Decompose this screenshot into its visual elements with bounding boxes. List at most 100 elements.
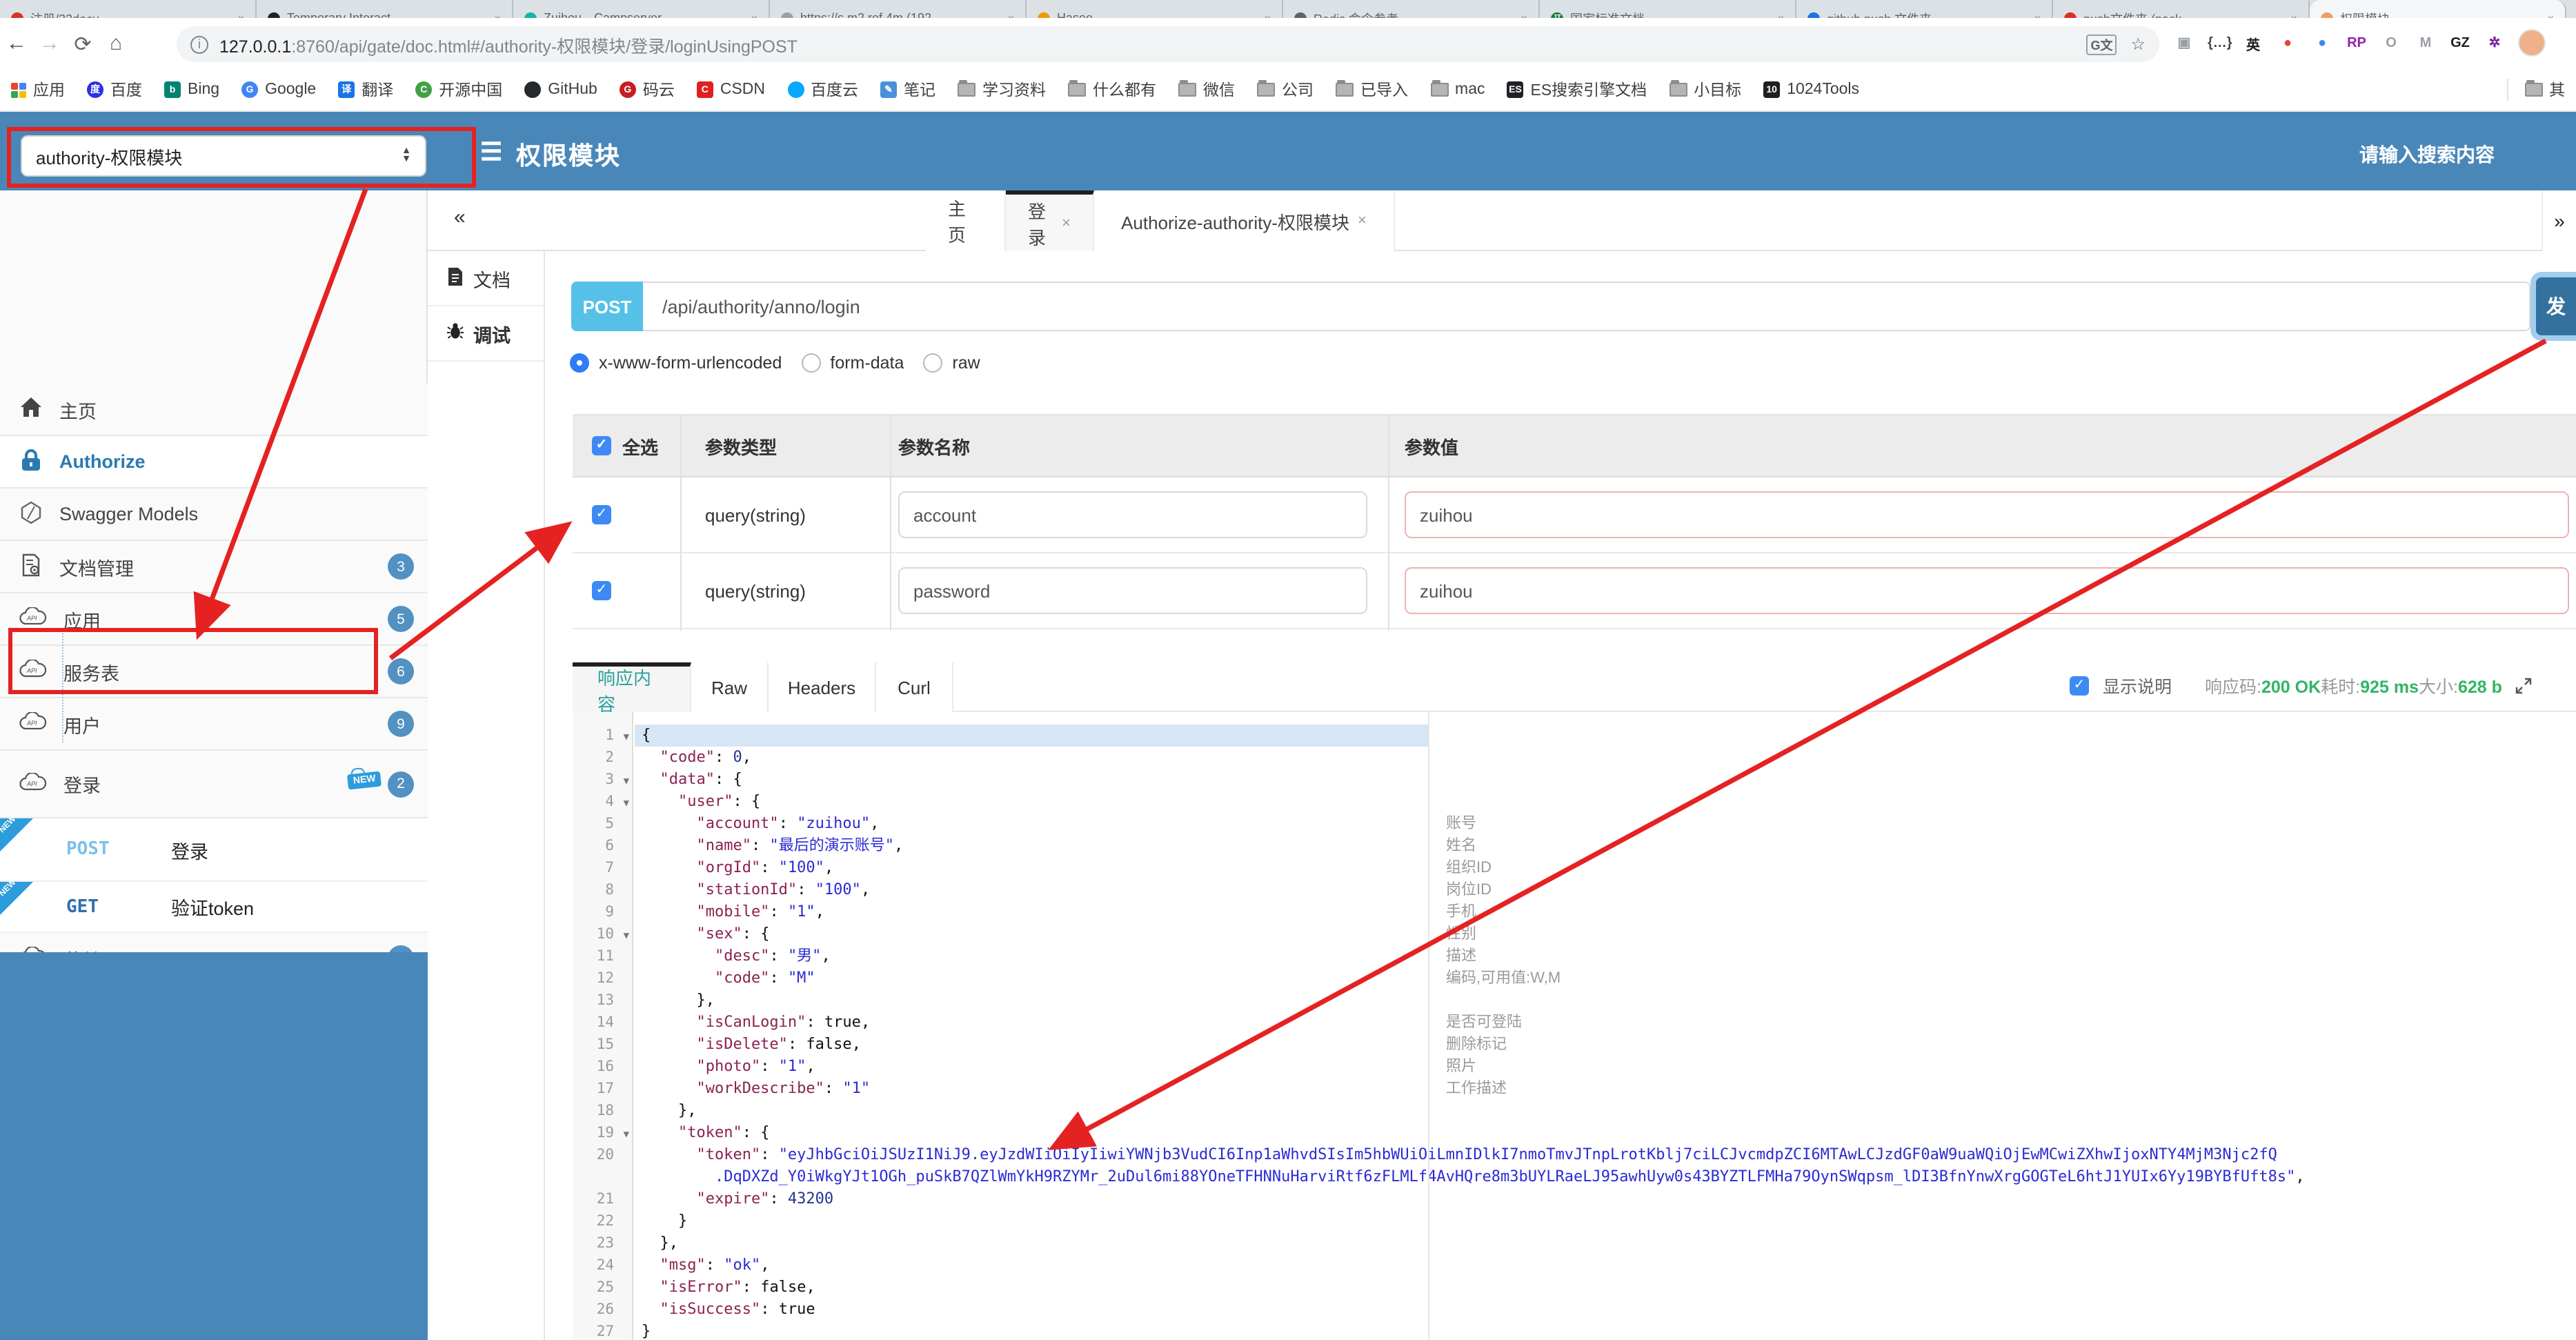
sidebar-endpoint-post[interactable]: NEW POST 登录 (0, 816, 428, 882)
sidebar-item-用户[interactable]: API 用户 9 (0, 698, 428, 751)
fold-icon[interactable]: ▼ (624, 1123, 629, 1145)
doc-tab-登录[interactable]: 登录 × (1006, 190, 1094, 251)
param-name-input[interactable] (898, 567, 1367, 614)
param-checkbox[interactable]: ✓ (592, 581, 611, 600)
doc-tab-主页[interactable]: 主页 (926, 190, 1006, 251)
sidebar-item-主页[interactable]: 主页 (0, 384, 428, 436)
browser-tab[interactable]: 注册/32docu × (0, 0, 257, 18)
fold-icon[interactable]: ▼ (624, 792, 629, 814)
response-tab-Curl[interactable]: Curl (876, 662, 953, 712)
browser-tab[interactable]: JT 国家标准文档 × (1540, 0, 1796, 18)
response-tab-响应内容[interactable]: 响应内容 (573, 662, 691, 714)
tab-close-icon[interactable]: × (1265, 12, 1271, 18)
sidebar-item-文档管理[interactable]: 文档管理 3 (0, 541, 428, 593)
fold-icon[interactable]: ▼ (624, 925, 629, 947)
browser-tab[interactable]: Temporary Interact × (257, 0, 513, 18)
profile-avatar[interactable] (2518, 29, 2546, 57)
bookmark-item[interactable]: 学习资料 (958, 79, 1046, 101)
radio-icon[interactable] (923, 353, 943, 373)
home-icon[interactable]: ⌂ (99, 32, 132, 55)
header-search-placeholder[interactable]: 请输入搜索内容 (2359, 141, 2495, 168)
bookmark-item[interactable]: ✎ 笔记 (880, 79, 935, 101)
menu-icon[interactable]: ☰ (480, 138, 502, 167)
response-json-viewer[interactable]: 1 ▼ 2 3 ▼ 4 ▼ 5 6 7 8 9 10 ▼ 11 12 13 14 15 16 17 18 19 ▼ 20 21 22… (573, 712, 2576, 1340)
extension-icon[interactable]: ✲ (2484, 35, 2506, 50)
extension-icon[interactable]: M (2415, 35, 2437, 50)
tab-close-icon[interactable]: × (1778, 12, 1784, 18)
sidebar-item-应用[interactable]: API 应用 5 (0, 593, 428, 646)
bookmark-item[interactable]: 已导入 (1336, 79, 1408, 101)
send-button[interactable]: 发 (2536, 277, 2576, 335)
bookmark-item[interactable]: 公司 (1257, 79, 1314, 101)
extension-icon[interactable]: GZ (2449, 35, 2471, 50)
fullscreen-icon[interactable] (2516, 677, 2533, 693)
bookmark-item[interactable]: 度百度 (87, 79, 142, 101)
tab-close-icon[interactable]: × (238, 12, 244, 18)
panel-tab-调试[interactable]: 调试 (428, 306, 544, 362)
bookmark-item[interactable]: 译翻译 (338, 79, 393, 101)
browser-tab[interactable]: 权限模块 × (2310, 0, 2566, 18)
param-value-input[interactable] (1405, 567, 2569, 614)
extension-icon[interactable]: ● (2277, 35, 2299, 50)
browser-tab[interactable]: github push 文件夹 × (1796, 0, 2053, 18)
bookmark-item[interactable]: 微信 (1178, 79, 1235, 101)
bookmark-item[interactable]: b Bing (164, 81, 219, 98)
extension-icon[interactable]: ● (2311, 35, 2333, 50)
browser-tab[interactable]: Redis 命令参考 × (1283, 0, 1540, 18)
tab-close-icon[interactable]: × (495, 12, 501, 18)
collapse-tabs-button[interactable]: « (454, 206, 466, 229)
doc-tab-Authorize-authority-权限模块[interactable]: Authorize-authority-权限模块 × (1094, 190, 1395, 251)
other-bookmarks[interactable]: 其 (2506, 79, 2565, 101)
extension-icon[interactable]: RP (2346, 35, 2368, 50)
sidebar-item-Swagger Models[interactable]: Swagger Models (0, 489, 428, 541)
bookmark-item[interactable]: G 码云 (619, 79, 675, 101)
tab-close-icon[interactable]: × (751, 12, 757, 18)
param-name-input[interactable] (898, 491, 1367, 538)
tab-close-icon[interactable]: × (2291, 12, 2297, 18)
extension-icon[interactable]: {…} (2208, 35, 2232, 50)
body-type-form-data[interactable]: form-data (801, 353, 904, 373)
expand-tabs-button[interactable]: » (2542, 190, 2576, 251)
sidebar-item-登录[interactable]: API 登录 NEW 2 (0, 751, 428, 818)
browser-tab[interactable]: Zuihou—Campserver × (513, 0, 770, 18)
sidebar-item-服务表[interactable]: API 服务表 6 (0, 646, 428, 698)
show-desc-checkbox[interactable]: ✓ (2070, 676, 2089, 695)
radio-icon[interactable] (801, 353, 821, 373)
browser-tab[interactable]: Hasee × (1027, 0, 1283, 18)
reload-icon[interactable]: ⟳ (66, 31, 99, 56)
browser-tab[interactable]: push文件夹 (pack… × (2053, 0, 2310, 18)
browser-tab[interactable]: https://s.m2.ref.4m (192… × (770, 0, 1027, 18)
bookmark-item[interactable]: 应用 (11, 79, 65, 101)
bookmark-item[interactable]: ES ES搜索引擎文档 (1507, 79, 1647, 101)
bookmark-item[interactable]: C CSDN (696, 81, 765, 98)
panel-tab-文档[interactable]: 文档 (428, 251, 544, 306)
tab-close-icon[interactable]: × (1008, 12, 1014, 18)
response-tab-Headers[interactable]: Headers (769, 662, 876, 712)
bookmark-item[interactable]: 10 1024Tools (1763, 81, 1859, 98)
response-tab-Raw[interactable]: Raw (691, 662, 769, 712)
module-select[interactable]: authority-权限模块 ▲ ▼ (21, 135, 426, 177)
bookmark-item[interactable]: 百度云 (787, 79, 858, 101)
forward-icon[interactable]: → (33, 32, 66, 55)
bookmark-item[interactable]: 什么都有 (1068, 79, 1156, 101)
page-info-icon[interactable]: i (190, 35, 208, 53)
extension-icon[interactable]: O (2380, 35, 2402, 50)
body-type-x-www-form-urlencoded[interactable]: x-www-form-urlencoded (570, 353, 782, 373)
bookmark-star-icon[interactable]: ☆ (2130, 34, 2146, 55)
param-checkbox[interactable]: ✓ (592, 505, 611, 524)
translate-icon[interactable]: G文 (2086, 34, 2117, 55)
extension-icon[interactable]: 英 (2242, 32, 2264, 53)
bookmark-item[interactable]: 小目标 (1669, 79, 1741, 101)
tab-close-icon[interactable]: × (1521, 12, 1527, 18)
bookmark-item[interactable]: G Google (241, 81, 316, 98)
address-bar[interactable]: i 127.0.0.1:8760/api/gate/doc.html#/auth… (177, 26, 2159, 62)
tab-close-icon[interactable]: × (2034, 12, 2041, 18)
sidebar-endpoint-get[interactable]: NEW GET 验证token (0, 879, 428, 933)
bookmark-item[interactable]: GitHub (524, 81, 597, 98)
extension-icon[interactable]: ▣ (2173, 35, 2195, 50)
param-value-input[interactable] (1405, 491, 2569, 538)
endpoint-path[interactable]: /api/authority/anno/login (643, 282, 2530, 331)
bookmark-item[interactable]: mac (1430, 80, 1485, 98)
radio-icon[interactable] (570, 353, 589, 373)
bookmark-item[interactable]: C 开源中国 (415, 79, 502, 101)
